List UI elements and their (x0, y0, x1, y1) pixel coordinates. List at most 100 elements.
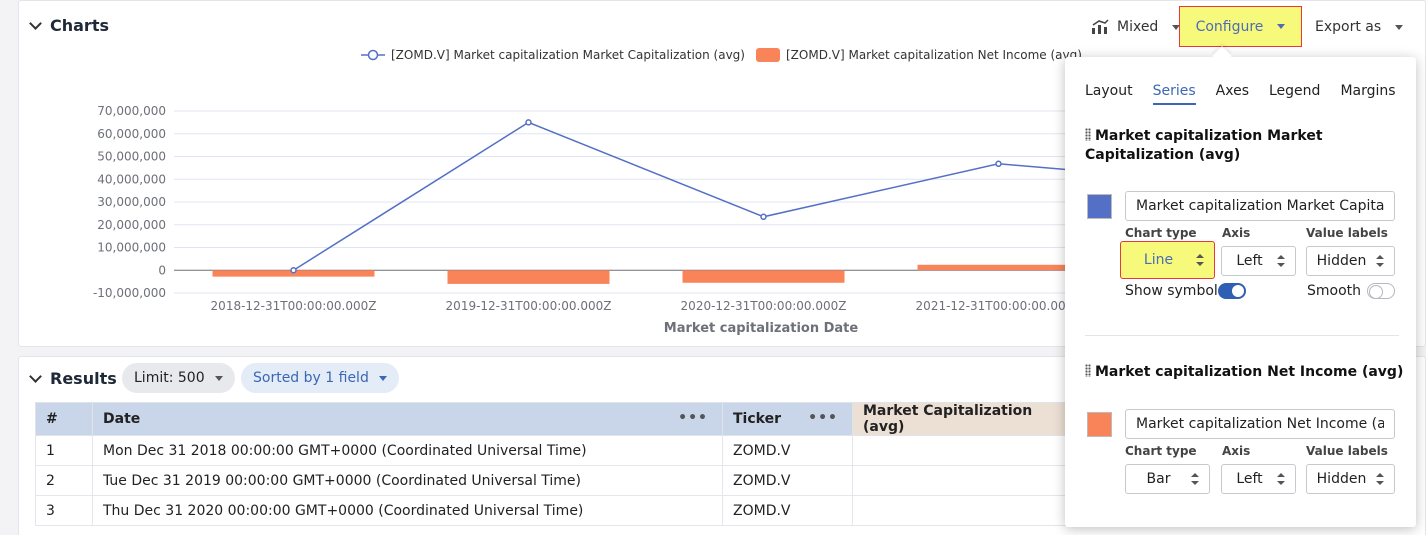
sort-dropdown[interactable]: Sorted by 1 field (241, 363, 399, 393)
select-arrows-icon (1277, 473, 1285, 485)
tab-axes[interactable]: Axes (1216, 83, 1249, 105)
y-tick-label: 20,000,000 (97, 218, 166, 232)
column-header-date[interactable]: Date ••• (92, 402, 723, 436)
select-arrows-icon (1196, 254, 1204, 266)
y-tick-label: 40,000,000 (97, 172, 166, 186)
limit-label: Limit: 500 (134, 370, 205, 386)
column-header-ticker[interactable]: Ticker ••• (722, 402, 853, 436)
line-point (760, 213, 767, 221)
line-point (995, 160, 1002, 168)
column-menu-icon[interactable]: ••• (808, 410, 838, 426)
series-2-value-labels-select[interactable]: Hidden (1306, 464, 1395, 494)
tab-margins[interactable]: Margins (1340, 83, 1395, 105)
series-1-color-swatch[interactable] (1087, 194, 1112, 219)
line-point (525, 119, 532, 126)
cell-ticker: ZOMD.V (722, 435, 853, 466)
show-symbol-toggle[interactable] (1218, 283, 1246, 299)
x-tick-label: 2020-12-31T00:00:00.000Z (681, 299, 847, 313)
column-header-market-cap[interactable]: Market Capitalization (avg) (852, 402, 1083, 436)
table-row[interactable]: 1 Mon Dec 31 2018 00:00:00 GMT+0000 (Coo… (35, 435, 1083, 466)
series-2-title-text: Market capitalization Net Income (avg) (1095, 364, 1404, 380)
series-2-color-swatch[interactable] (1087, 412, 1112, 437)
legend-bar-marker (756, 48, 780, 62)
select-arrows-icon (1376, 255, 1384, 267)
series-1-value-labels-select[interactable]: Hidden (1306, 246, 1395, 276)
cell-date: Thu Dec 31 2020 00:00:00 GMT+0000 (Coord… (92, 495, 723, 526)
results-title: Results (50, 369, 117, 388)
cell-market-cap (852, 435, 1083, 466)
divider (1085, 335, 1399, 336)
config-tabs: Layout Series Axes Legend Margins (1085, 83, 1396, 105)
series-1-chart-type-select[interactable]: Line (1120, 241, 1215, 279)
drag-handle-icon[interactable] (1085, 128, 1091, 141)
series-1-axis-select[interactable]: Left (1221, 246, 1296, 276)
series-2-title[interactable]: Market capitalization Net Income (avg) (1085, 363, 1405, 382)
smooth-toggle[interactable] (1367, 283, 1395, 299)
results-header[interactable]: Results (29, 369, 117, 388)
bar (447, 270, 610, 284)
table-row[interactable]: 3 Thu Dec 31 2020 00:00:00 GMT+0000 (Coo… (35, 495, 1083, 526)
column-header-ticker-label: Ticker (733, 411, 781, 427)
series-1-chart-type-value: Line (1143, 252, 1174, 268)
series-2-axis-label: Axis (1222, 444, 1251, 458)
cell-number: 2 (35, 465, 93, 496)
series-1-title[interactable]: Market capitalization Market Capitalizat… (1085, 127, 1405, 165)
cell-market-cap (852, 495, 1083, 526)
y-tick-label: -10,000,000 (93, 286, 166, 300)
series-1-chart-type-label: Chart type (1125, 226, 1197, 240)
series-2-name-input[interactable] (1125, 409, 1395, 439)
cell-ticker: ZOMD.V (722, 465, 853, 496)
series-2-chart-type-select[interactable]: Bar (1125, 464, 1210, 494)
series-2-value-labels-label: Value labels (1306, 444, 1388, 458)
series-2-axis-value: Left (1236, 471, 1263, 487)
tab-series[interactable]: Series (1152, 83, 1196, 105)
table-row[interactable]: 2 Tue Dec 31 2019 00:00:00 GMT+0000 (Coo… (35, 465, 1083, 496)
series-1-name-input[interactable] (1125, 191, 1395, 221)
series-1-title-text: Market capitalization Market Capitalizat… (1085, 128, 1323, 163)
series-1-axis-value: Left (1236, 253, 1263, 269)
cell-market-cap (852, 465, 1083, 496)
series-1-value-labels-label: Value labels (1306, 226, 1388, 240)
chevron-down-icon[interactable] (29, 370, 42, 383)
x-axis-label: Market capitalization Date (664, 321, 859, 336)
select-arrows-icon (1191, 473, 1199, 485)
line-point (290, 267, 297, 274)
x-tick-label: 2019-12-31T00:00:00.000Z (446, 299, 612, 313)
y-tick-label: 10,000,000 (97, 241, 166, 255)
column-header-date-label: Date (103, 411, 141, 427)
x-tick-label: 2021-12-31T00:00:00.000Z (916, 299, 1082, 313)
y-tick-label: 30,000,000 (97, 195, 166, 209)
show-symbol-label: Show symbol (1125, 283, 1218, 299)
series-2-value-labels-value: Hidden (1316, 471, 1367, 487)
select-arrows-icon (1376, 473, 1384, 485)
cell-number: 3 (35, 495, 93, 526)
legend-label: [ZOMD.V] Market capitalization Market Ca… (391, 48, 745, 62)
smooth-label: Smooth (1307, 283, 1362, 299)
tab-legend[interactable]: Legend (1269, 83, 1320, 105)
limit-dropdown[interactable]: Limit: 500 (122, 363, 235, 393)
bar (917, 264, 1080, 271)
y-tick-label: 50,000,000 (97, 150, 166, 164)
select-arrows-icon (1277, 255, 1285, 267)
caret-down-icon (378, 375, 387, 381)
table-header-row: # Date ••• Ticker ••• Market Capitalizat… (35, 402, 1083, 436)
caret-down-icon (214, 375, 223, 381)
series-2-chart-type-label: Chart type (1125, 444, 1197, 458)
column-header-number[interactable]: # (35, 402, 93, 436)
sorted-label: Sorted by 1 field (253, 370, 369, 386)
x-tick-label: 2018-12-31T00:00:00.000Z (211, 299, 377, 313)
drag-handle-icon[interactable] (1085, 364, 1091, 377)
tab-layout[interactable]: Layout (1085, 83, 1133, 105)
series-2-chart-type-value: Bar (1146, 471, 1171, 487)
y-tick-label: 60,000,000 (97, 127, 166, 141)
series-1-axis-label: Axis (1222, 226, 1251, 240)
series-1-value-labels-value: Hidden (1316, 253, 1367, 269)
cell-date: Mon Dec 31 2018 00:00:00 GMT+0000 (Coord… (92, 435, 723, 466)
configure-popover: Layout Series Axes Legend Margins Market… (1065, 57, 1416, 527)
series-2-axis-select[interactable]: Left (1221, 464, 1296, 494)
column-menu-icon[interactable]: ••• (678, 410, 708, 426)
cell-ticker: ZOMD.V (722, 495, 853, 526)
cell-date: Tue Dec 31 2019 00:00:00 GMT+0000 (Coord… (92, 465, 723, 496)
results-table: # Date ••• Ticker ••• Market Capitalizat… (35, 402, 1083, 526)
y-tick-label: 0 (158, 263, 166, 277)
